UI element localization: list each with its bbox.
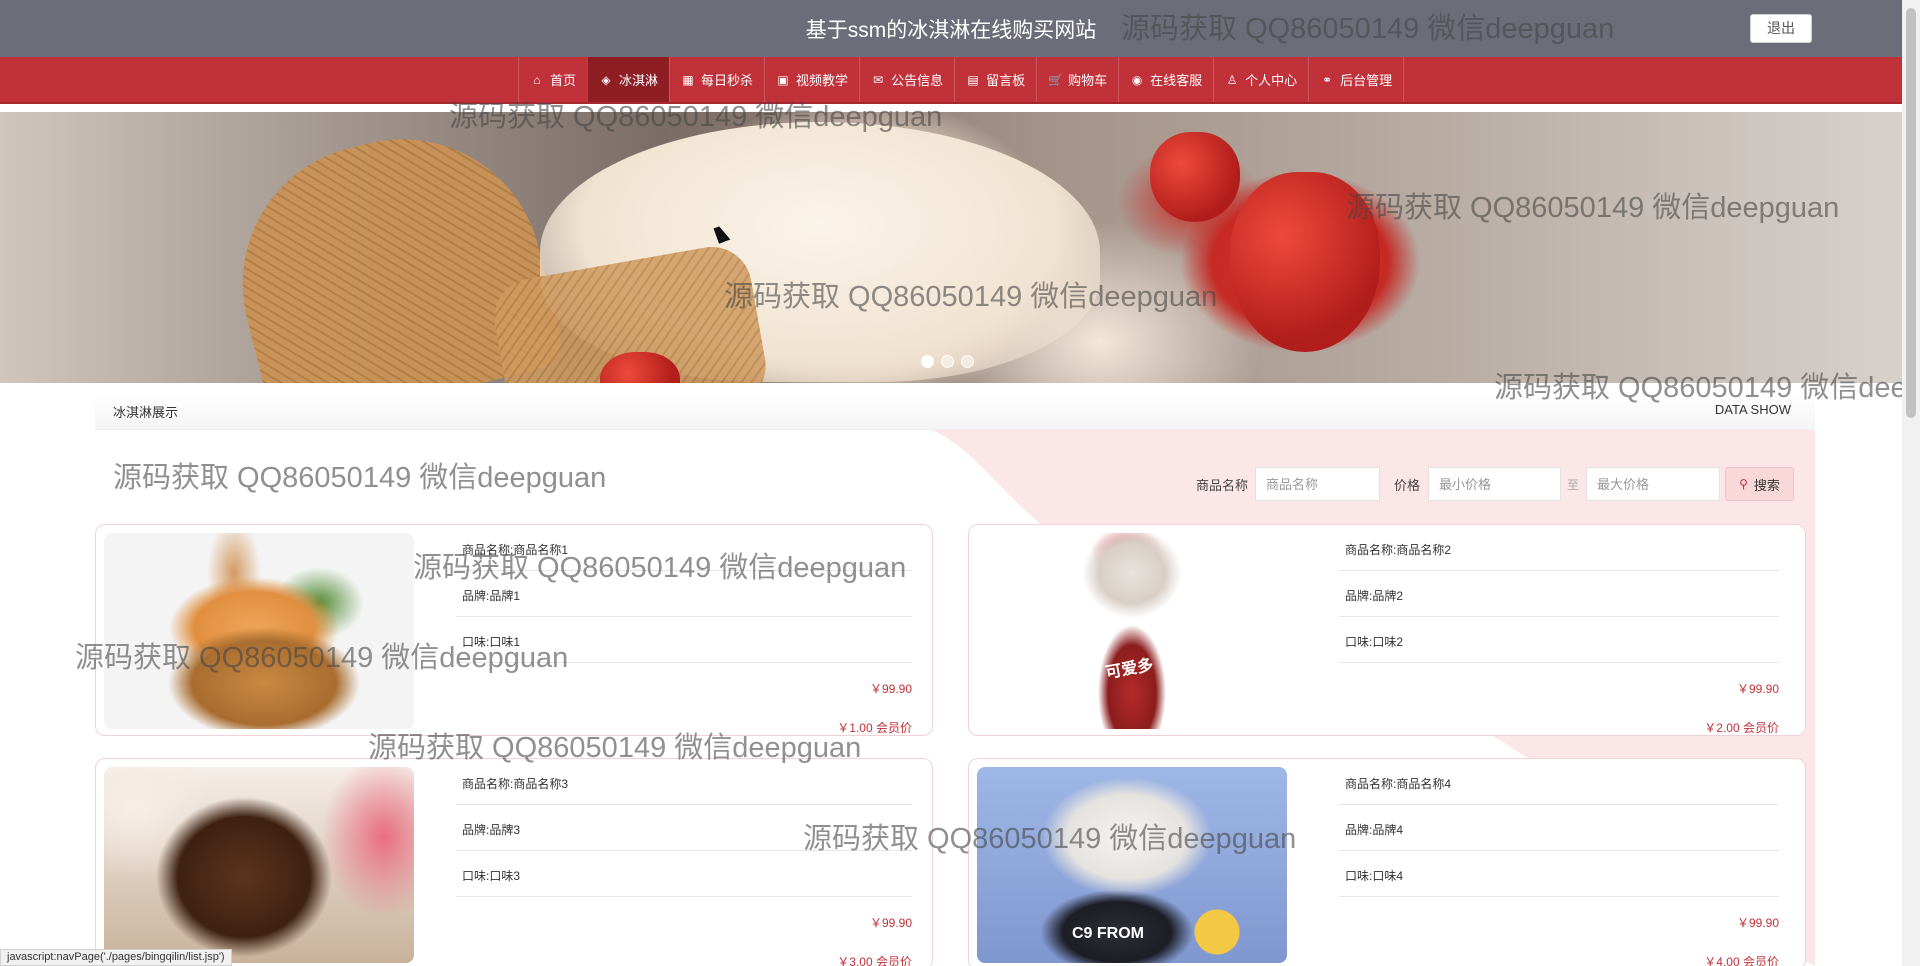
nav-item-support[interactable]: ◉ 在线客服 bbox=[1118, 57, 1213, 102]
nav-item-label: 首页 bbox=[550, 73, 577, 88]
product-price: ￥99.90 bbox=[1736, 682, 1779, 696]
product-flavor: 口味:口味1 bbox=[456, 617, 912, 663]
member-price: ￥2.00 会员价 bbox=[1704, 721, 1779, 735]
nav-item-label: 个人中心 bbox=[1245, 73, 1298, 88]
top-header: 基于ssm的冰淇淋在线购买网站 退出 bbox=[0, 0, 1902, 57]
browser-status-bar: javascript:navPage('./pages/bingqilin/li… bbox=[0, 949, 232, 966]
product-brand: 品牌:品牌2 bbox=[1339, 571, 1779, 617]
product-card[interactable]: 商品名称:商品名称3 品牌:品牌3 口味:口味3 ￥99.90 ￥3.00 会员… bbox=[95, 758, 933, 966]
carousel-dot[interactable] bbox=[961, 355, 974, 368]
nav-item-label: 冰淇淋 bbox=[619, 73, 659, 88]
cart-icon: 🛒 bbox=[1048, 72, 1064, 87]
search-button[interactable]: ⚲ 搜索 bbox=[1725, 467, 1794, 501]
member-price: ￥3.00 会员价 bbox=[837, 955, 912, 966]
product-image[interactable]: 可爱多 bbox=[977, 533, 1287, 729]
carousel-dot[interactable] bbox=[941, 355, 954, 368]
product-price: ￥99.90 bbox=[869, 682, 912, 696]
nav-item-label: 购物车 bbox=[1068, 73, 1108, 88]
nav-item-icecream[interactable]: ◈ 冰淇淋 bbox=[587, 57, 670, 102]
product-image[interactable] bbox=[104, 767, 414, 963]
product-image[interactable] bbox=[104, 533, 414, 729]
hero-banner[interactable] bbox=[0, 112, 1902, 383]
product-brand: 品牌:品牌4 bbox=[1339, 805, 1779, 851]
section-header: 冰淇淋展示 DATA SHOW bbox=[95, 390, 1815, 430]
main-nav: ⌂ 首页 ◈ 冰淇淋 ▦ 每日秒杀 ▣ 视频教学 ✉ 公告信息 ▤ 留言板 🛒 购物车 ◉ 在线… bbox=[0, 57, 1902, 104]
product-name: 商品名称:商品名称1 bbox=[456, 525, 912, 571]
link-icon: ⚭ bbox=[1322, 72, 1333, 87]
chat-icon: ◉ bbox=[1131, 72, 1143, 87]
product-card[interactable]: C9 FROM 商品名称:商品名称4 品牌:品牌4 口味:口味4 ￥99.90 … bbox=[968, 758, 1806, 966]
member-price: ￥4.00 会员价 bbox=[1704, 955, 1779, 966]
product-info: 商品名称:商品名称4 品牌:品牌4 口味:口味4 ￥99.90 ￥4.00 会员… bbox=[1339, 759, 1779, 966]
page-scrollbar[interactable] bbox=[1902, 0, 1920, 966]
section-subtitle: DATA SHOW bbox=[1714, 402, 1791, 417]
price-label: 价格 bbox=[1394, 478, 1421, 493]
product-info: 商品名称:商品名称3 品牌:品牌3 口味:口味3 ￥99.90 ￥3.00 会员… bbox=[456, 759, 912, 966]
product-flavor: 口味:口味2 bbox=[1339, 617, 1779, 663]
nav-item-video[interactable]: ▣ 视频教学 bbox=[764, 57, 859, 102]
product-card[interactable]: 可爱多 商品名称:商品名称2 品牌:品牌2 口味:口味2 ￥99.90 ￥2.0… bbox=[968, 524, 1806, 736]
carousel-indicators bbox=[921, 355, 974, 368]
product-price: ￥99.90 bbox=[1736, 916, 1779, 930]
site-title: 基于ssm的冰淇淋在线购买网站 bbox=[805, 19, 1097, 42]
grid-icon: ▣ bbox=[777, 72, 789, 87]
max-price-input[interactable] bbox=[1586, 467, 1720, 501]
banner-strawberry bbox=[1150, 132, 1240, 222]
nav-item-profile[interactable]: ♙ 个人中心 bbox=[1213, 57, 1308, 102]
logout-button[interactable]: 退出 bbox=[1750, 14, 1812, 43]
document-icon: ▤ bbox=[967, 72, 979, 87]
user-icon: ♙ bbox=[1226, 72, 1238, 87]
product-brand: 品牌:品牌3 bbox=[456, 805, 912, 851]
product-name: 商品名称:商品名称4 bbox=[1339, 759, 1779, 805]
nav-item-label: 留言板 bbox=[986, 73, 1026, 88]
nav-item-label: 在线客服 bbox=[1150, 73, 1203, 88]
product-flavor: 口味:口味3 bbox=[456, 851, 912, 897]
nav-item-label: 视频教学 bbox=[796, 73, 849, 88]
nav-item-label: 公告信息 bbox=[891, 73, 944, 88]
scrollbar-thumb[interactable] bbox=[1906, 8, 1916, 418]
mail-icon: ✉ bbox=[873, 72, 884, 87]
product-info: 商品名称:商品名称2 品牌:品牌2 口味:口味2 ￥99.90 ￥2.00 会员… bbox=[1339, 525, 1779, 735]
nav-item-announcements[interactable]: ✉ 公告信息 bbox=[859, 57, 954, 102]
min-price-input[interactable] bbox=[1428, 467, 1561, 501]
nav-item-home[interactable]: ⌂ 首页 bbox=[518, 57, 587, 102]
range-separator: 至 bbox=[1567, 478, 1580, 492]
section-title: 冰淇淋展示 bbox=[113, 405, 179, 420]
search-button-label: 搜索 bbox=[1753, 477, 1780, 493]
product-name: 商品名称:商品名称3 bbox=[456, 759, 912, 805]
product-image-brand-mark: C9 FROM bbox=[1072, 925, 1144, 942]
search-icon: ⚲ bbox=[1739, 477, 1748, 491]
calendar-icon: ▦ bbox=[682, 72, 694, 87]
nav-item-message-board[interactable]: ▤ 留言板 bbox=[954, 57, 1036, 102]
product-info: 商品名称:商品名称1 品牌:品牌1 口味:口味1 ￥99.90 ￥1.00 会员… bbox=[456, 525, 912, 735]
product-name-input[interactable] bbox=[1255, 467, 1380, 501]
nav-item-cart[interactable]: 🛒 购物车 bbox=[1036, 57, 1118, 102]
nav-items: ⌂ 首页 ◈ 冰淇淋 ▦ 每日秒杀 ▣ 视频教学 ✉ 公告信息 ▤ 留言板 🛒 购物车 ◉ 在线… bbox=[518, 57, 1405, 102]
member-price: ￥1.00 会员价 bbox=[837, 721, 912, 735]
product-name: 商品名称:商品名称2 bbox=[1339, 525, 1779, 571]
name-label: 商品名称 bbox=[1196, 478, 1249, 493]
layers-icon: ◈ bbox=[601, 72, 611, 87]
home-icon: ⌂ bbox=[533, 72, 541, 87]
product-card[interactable]: 商品名称:商品名称1 品牌:品牌1 口味:口味1 ￥99.90 ￥1.00 会员… bbox=[95, 524, 933, 736]
nav-item-flash-sale[interactable]: ▦ 每日秒杀 bbox=[669, 57, 764, 102]
product-price: ￥99.90 bbox=[869, 916, 912, 930]
product-image[interactable]: C9 FROM bbox=[977, 767, 1287, 963]
nav-item-label: 每日秒杀 bbox=[701, 73, 754, 88]
nav-item-label: 后台管理 bbox=[1340, 73, 1393, 88]
product-image-brand-mark: 可爱多 bbox=[1104, 656, 1155, 683]
banner-strawberry bbox=[1230, 172, 1380, 352]
nav-item-admin[interactable]: ⚭ 后台管理 bbox=[1308, 57, 1405, 102]
product-brand: 品牌:品牌1 bbox=[456, 571, 912, 617]
product-flavor: 口味:口味4 bbox=[1339, 851, 1779, 897]
carousel-dot[interactable] bbox=[921, 355, 934, 368]
